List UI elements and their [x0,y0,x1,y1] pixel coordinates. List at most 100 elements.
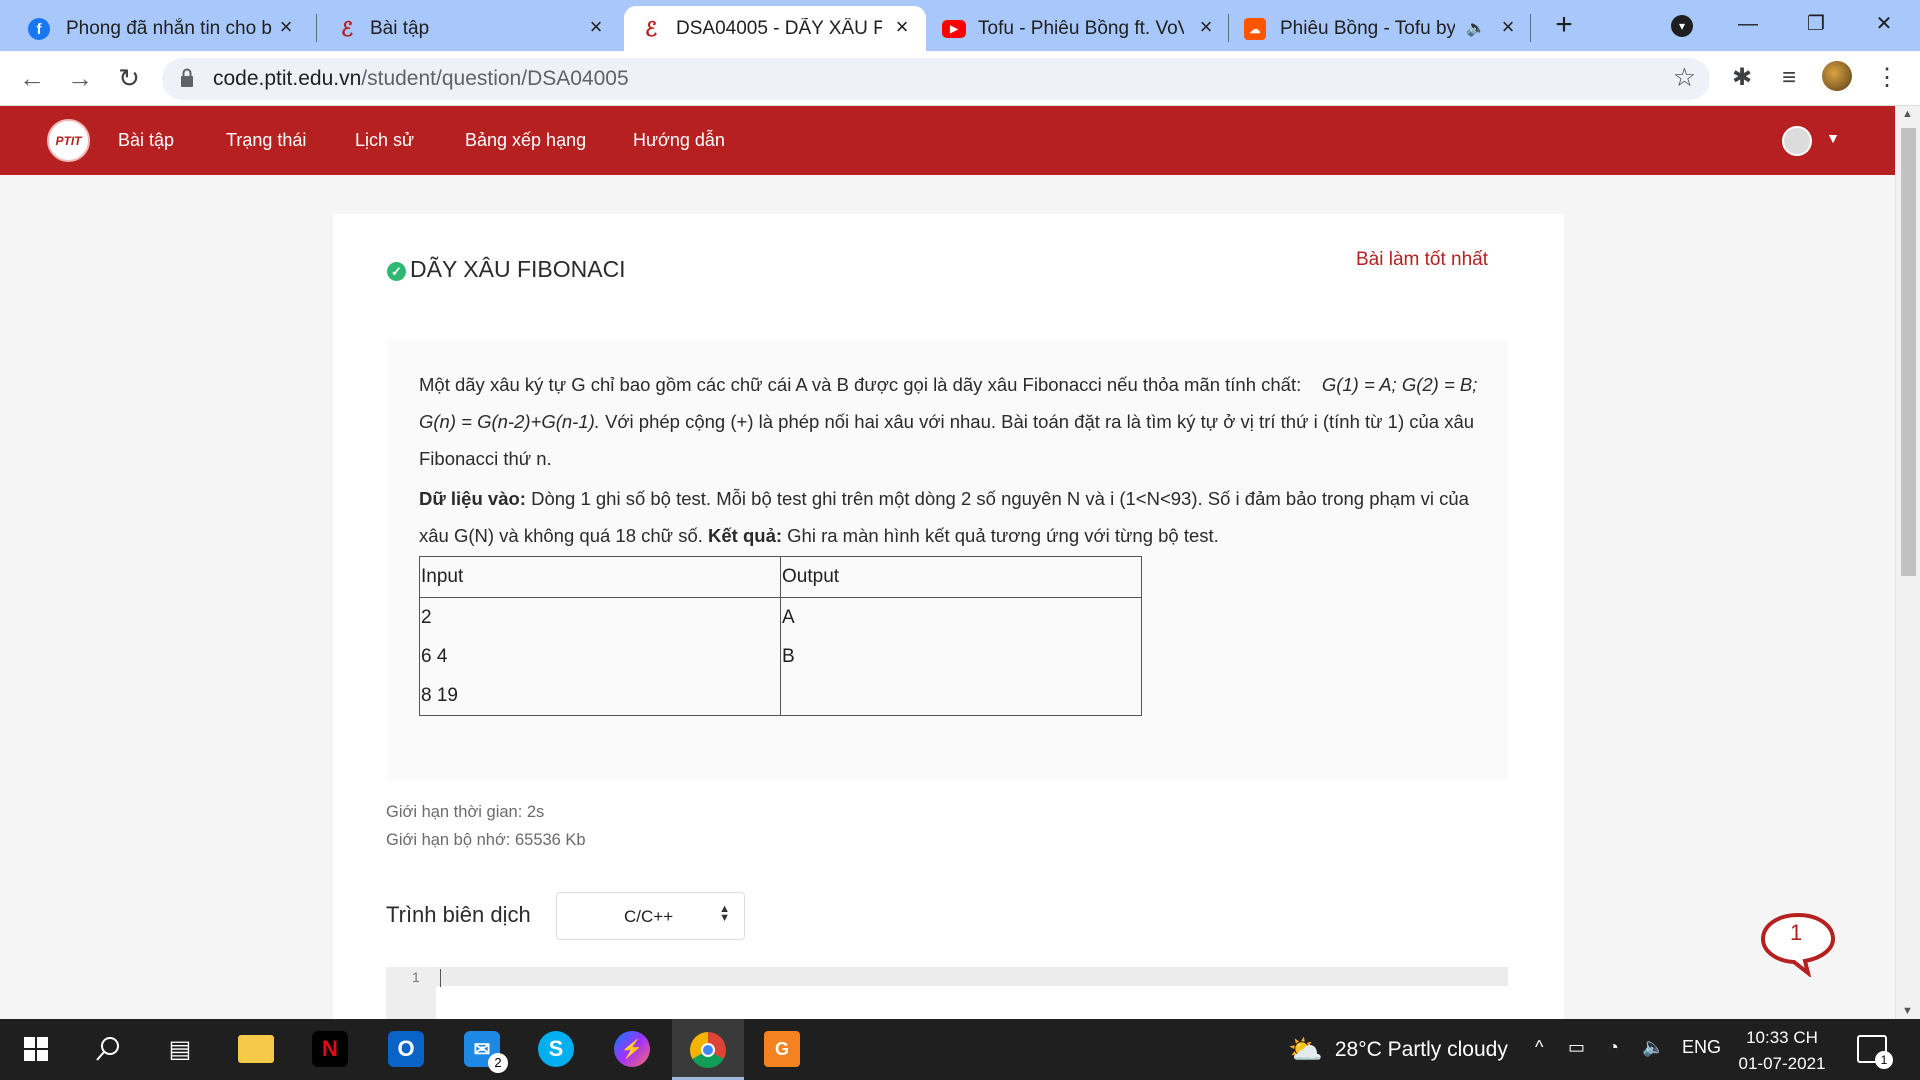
outlook-icon[interactable]: O [386,1029,426,1069]
table-header-row: Input Output [419,556,1142,598]
media-control-icon[interactable]: ≡ [1772,61,1806,95]
scroll-up-arrow[interactable]: ▲ [1902,108,1913,120]
problem-description: Một dãy xâu ký tự G chỉ bao gồm các chữ … [419,366,1489,477]
mail-badge: 2 [488,1053,508,1073]
nav-lich-su[interactable]: Lịch sử [355,130,414,151]
notification-center-icon[interactable]: 1 [1857,1035,1893,1069]
chrome-taskbar-icon[interactable] [672,1019,744,1080]
url-path: /student/question/DSA04005 [361,67,629,90]
browser-tab-soundcloud[interactable]: ☁ Phiêu Bồng - Tofu by 🔈 × [1232,6,1532,51]
browser-toolbar: ← → ↻ code.ptit.edu.vn/student/question/… [0,51,1920,106]
browser-tab-active[interactable]: ℰ DSA04005 - DÃY XÂU FIBO × [624,6,926,51]
browser-tab-facebook[interactable]: f Phong đã nhắn tin cho bạ × [0,6,310,51]
close-icon[interactable]: × [1496,15,1520,39]
messenger-icon[interactable]: ⚡ [612,1029,652,1069]
table-row: 2 6 4 8 19 A B [419,597,1142,716]
back-button[interactable]: ← [16,63,48,95]
chat-bubble-button[interactable]: 1 [1759,911,1837,979]
close-window-button[interactable]: ✕ [1864,8,1904,40]
windows-start-icon[interactable] [16,1029,56,1069]
restore-button[interactable]: ❐ [1796,8,1836,40]
input-line: 2 [421,607,432,628]
compiler-label: Trình biên dịch [386,902,531,927]
browser-tabstrip: f Phong đã nhắn tin cho bạ × ℰ Bài tập ×… [0,0,1920,51]
compiler-select[interactable]: C/C++ ▲ ▼ [556,892,745,940]
editor-active-line[interactable] [436,967,1508,986]
forward-button[interactable]: → [64,63,96,95]
notification-badge: 1 [1875,1051,1893,1069]
address-bar[interactable]: code.ptit.edu.vn/student/question/DSA040… [162,58,1710,100]
tab-search-icon[interactable]: ▾ [1662,8,1702,40]
reload-button[interactable]: ↻ [113,63,145,95]
skype-icon[interactable]: S [536,1029,576,1069]
new-tab-button[interactable]: + [1548,10,1580,42]
youtube-icon: ▶ [942,20,966,38]
scroll-down-arrow[interactable]: ▼ [1902,1005,1913,1017]
task-view-icon[interactable]: ▤ [160,1029,200,1069]
volume-icon[interactable]: 🔈 [1642,1037,1664,1058]
nav-trang-thai[interactable]: Trạng thái [226,130,306,151]
chat-badge: 1 [1790,920,1803,945]
profile-avatar[interactable] [1820,61,1854,95]
nav-huong-dan[interactable]: Hướng dẫn [633,130,725,151]
chevron-up-icon[interactable]: ^ [1535,1037,1543,1058]
netflix-icon[interactable]: N [310,1029,350,1069]
chrome-menu-icon[interactable]: ⋮ [1870,61,1904,95]
select-arrows-icon: ▲ ▼ [719,903,730,924]
best-submission-link[interactable]: Bài làm tốt nhất [1356,249,1488,271]
weather-text: 28°C Partly cloudy [1334,1037,1508,1061]
user-avatar[interactable] [1782,126,1812,156]
speaker-icon[interactable]: 🔈 [1466,18,1486,38]
caret-down-icon[interactable]: ▼ [1826,130,1840,146]
table-header-input: Input [419,556,781,598]
browser-tab-youtube[interactable]: ▶ Tofu - Phiêu Bồng ft. VoVa × [930,6,1230,51]
weather-widget[interactable]: ⛅ 28°C Partly cloudy [1288,1033,1508,1066]
output-line: A [782,607,795,628]
page-scrollbar[interactable]: ▲ ▼ [1895,106,1920,1019]
output-text: Ghi ra màn hình kết quả tương ứng với từ… [782,525,1219,546]
bookmark-star-icon[interactable]: ☆ [1673,62,1696,93]
ptit-logo[interactable]: PTIT [47,119,90,162]
tab-title: Phiêu Bồng - Tofu by [1280,18,1455,39]
ptit-icon: ℰ [340,18,354,41]
text-cursor [440,969,441,987]
example-io-table: Input Output 2 6 4 8 19 A B [419,556,1142,716]
url-host: code.ptit.edu.vn [213,67,362,90]
example-input-cell: 2 6 4 8 19 [419,597,781,716]
code-editor[interactable]: 1 [386,967,1508,1019]
windows-taskbar: ▤ N O ✉ 2 S ⚡ G ⛅ 28°C Partly cloudy ^ ▭… [0,1019,1920,1080]
tab-separator [1228,14,1229,42]
scrollbar-thumb[interactable] [1901,128,1916,576]
nav-bai-tap[interactable]: Bài tập [118,130,174,151]
search-icon[interactable] [88,1029,128,1069]
tab-title: Tofu - Phiêu Bồng ft. VoVa [978,18,1184,39]
tab-separator [1530,14,1531,42]
battery-icon[interactable]: ▭ [1568,1037,1585,1058]
lock-icon [181,68,193,87]
language-indicator[interactable]: ENG [1682,1037,1721,1058]
close-icon[interactable]: × [584,15,608,39]
wifi-icon[interactable]: ◔ [1608,1037,1619,1058]
nav-bang-xep-hang[interactable]: Bảng xếp hạng [465,130,586,151]
io-description: Dữ liệu vào: Dòng 1 ghi số bộ test. Mỗi … [419,480,1489,554]
tab-title: Bài tập [370,18,430,39]
close-icon[interactable]: × [890,15,914,39]
browser-tab-bai-tap[interactable]: ℰ Bài tập × [318,6,620,51]
clock-date: 01-07-2021 [1738,1054,1826,1073]
minimize-button[interactable]: — [1728,8,1768,40]
input-line: 8 19 [421,685,458,706]
clock-time: 10:33 CH [1746,1028,1818,1047]
close-icon[interactable]: × [1194,15,1218,39]
clock[interactable]: 10:33 CH 01-07-2021 [1736,1025,1828,1077]
compiler-value: C/C++ [624,907,674,926]
facebook-icon: f [28,18,50,40]
tab-separator [316,14,317,42]
file-explorer-icon[interactable] [236,1029,276,1069]
mail-icon[interactable]: ✉ 2 [462,1029,508,1073]
input-label: Dữ liệu vào: [419,488,526,509]
pdf-app-icon[interactable]: G [762,1029,802,1069]
time-limit: Giới hạn thời gian: 2s [386,803,545,821]
extensions-icon[interactable]: ✱ [1725,61,1759,95]
close-icon[interactable]: × [274,15,298,39]
editor-gutter [386,967,436,1019]
